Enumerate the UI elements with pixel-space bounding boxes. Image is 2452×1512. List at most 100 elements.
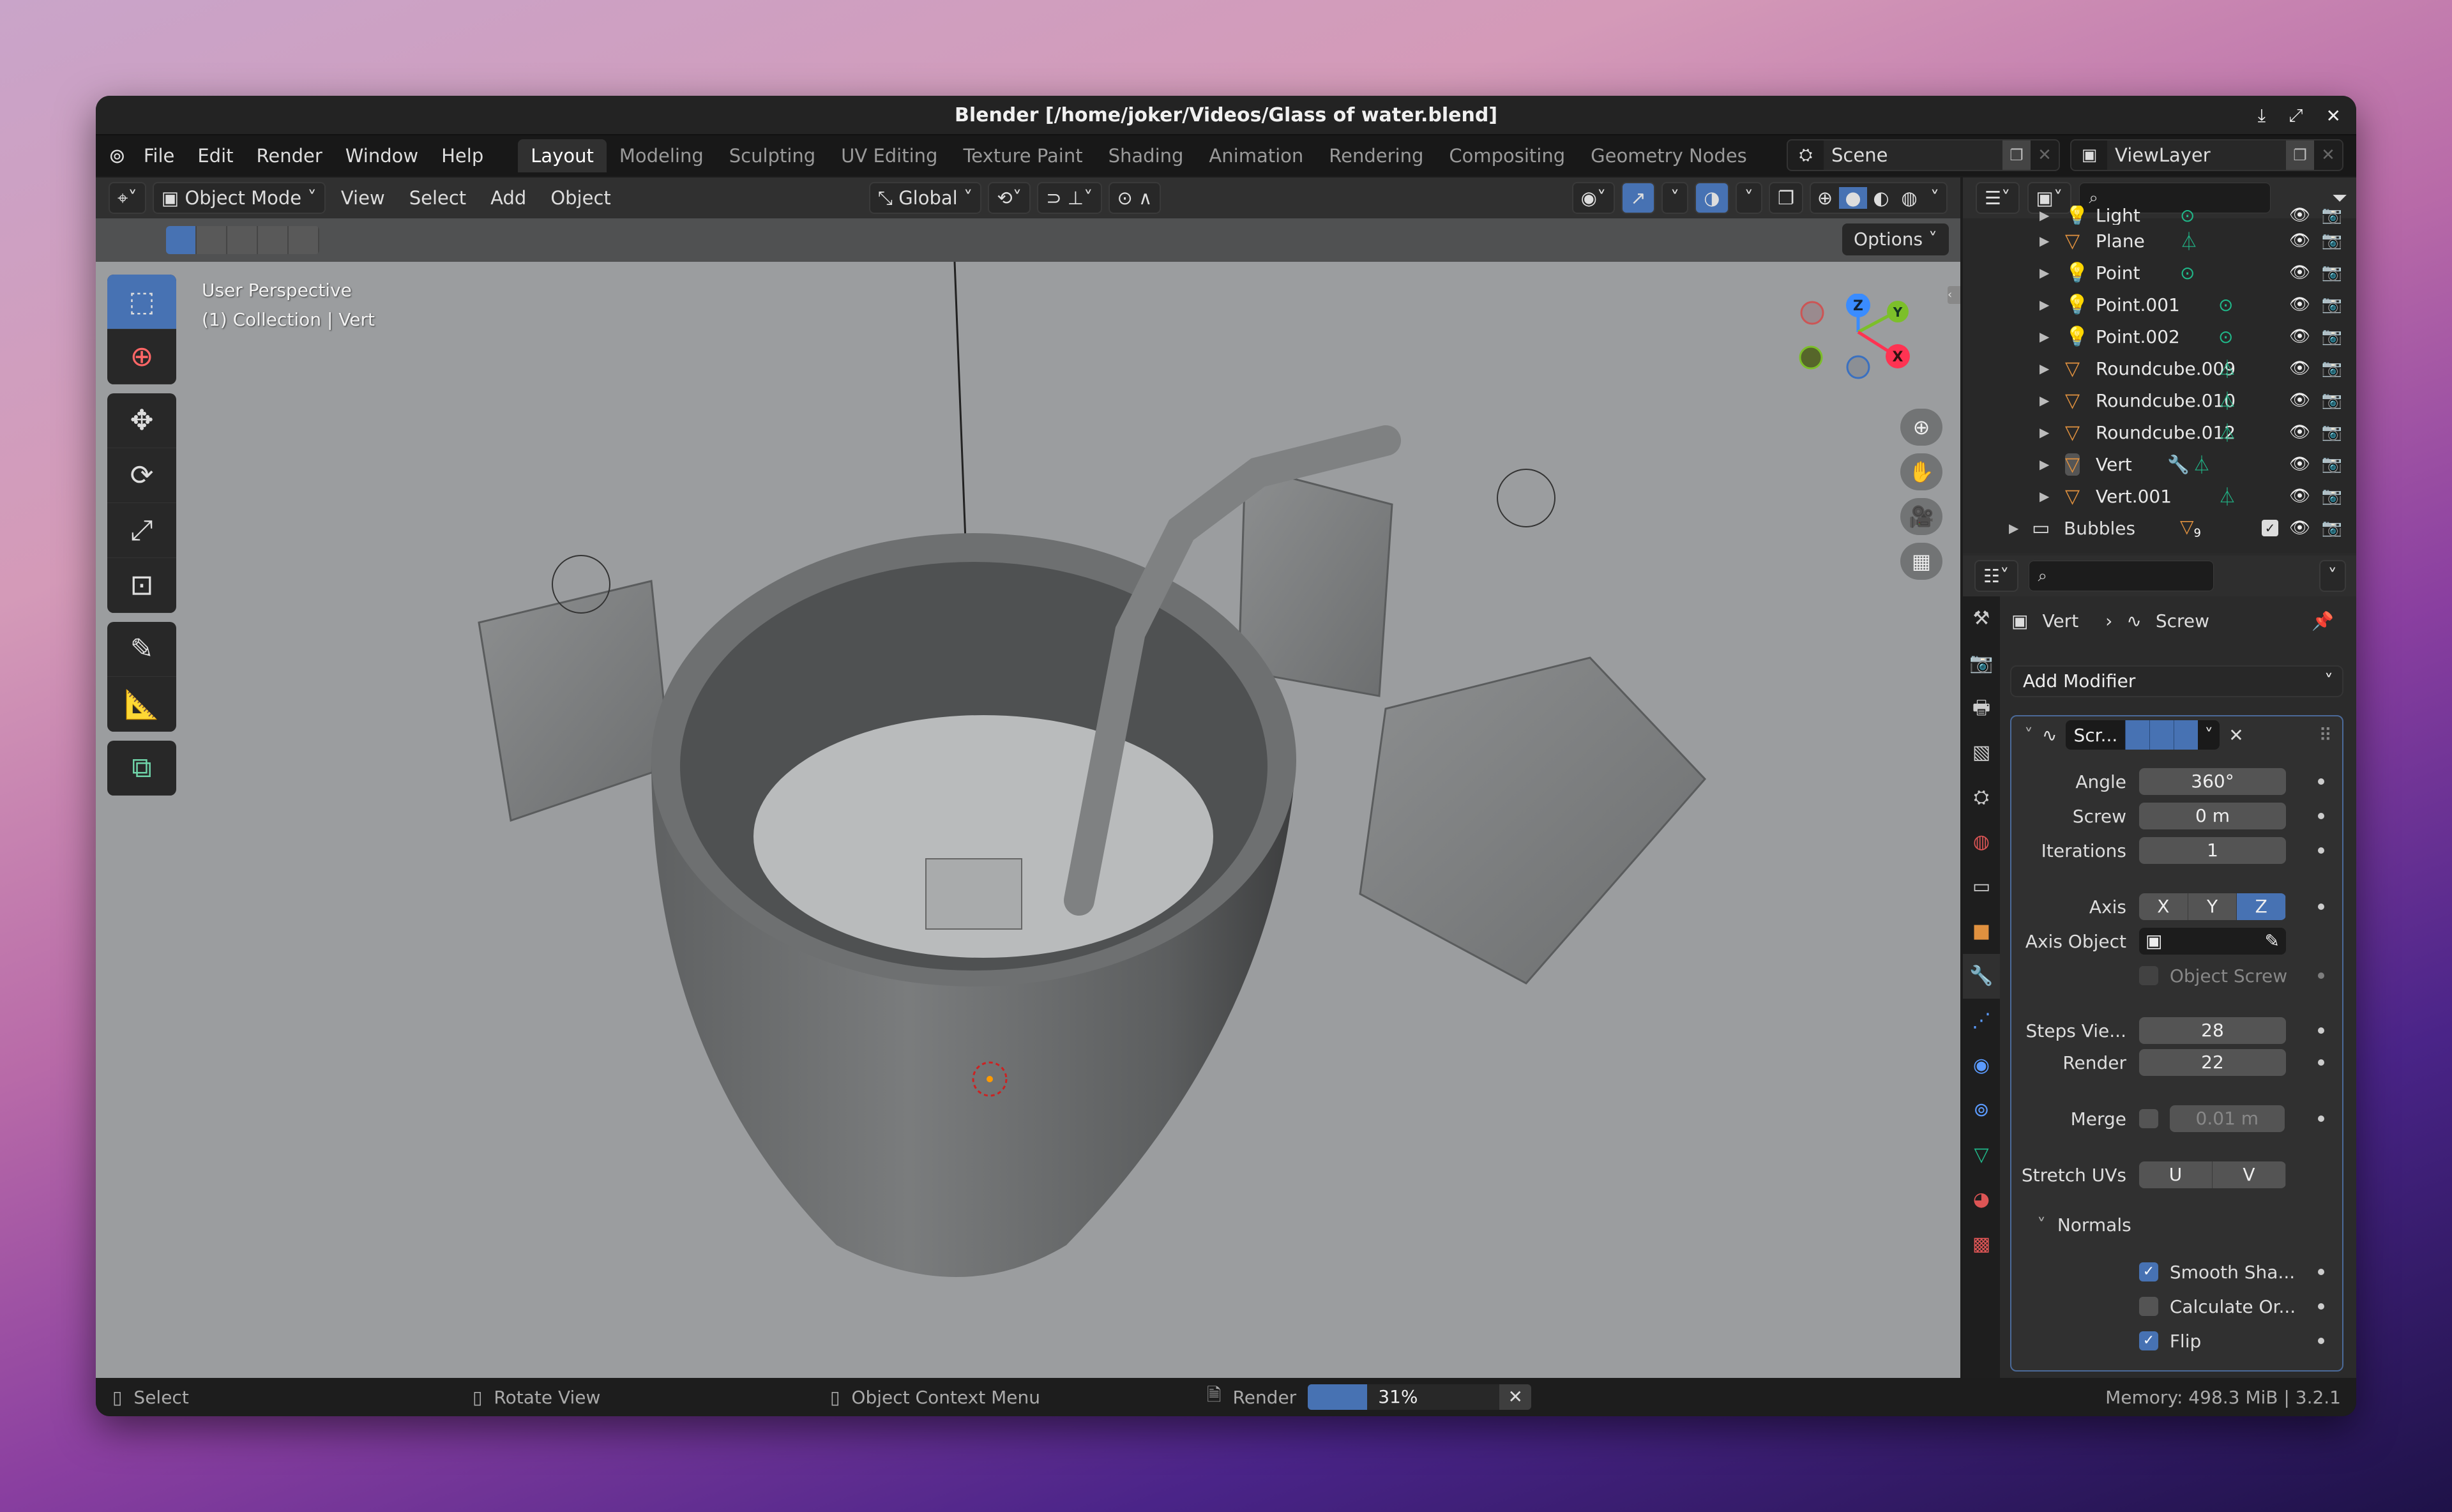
eye-icon[interactable]: 👁 bbox=[2289, 295, 2310, 314]
expand-arrow-icon[interactable]: ▶ bbox=[2040, 488, 2049, 504]
eye-icon[interactable]: 👁 bbox=[2289, 391, 2310, 410]
blender-logo-icon[interactable]: ⊚ bbox=[109, 144, 126, 168]
expand-arrow-icon[interactable]: ▶ bbox=[2040, 329, 2049, 344]
tab-sculpting[interactable]: Sculpting bbox=[716, 139, 828, 172]
viewport-menu-select[interactable]: Select bbox=[400, 187, 475, 209]
delete-scene-icon[interactable]: ✕ bbox=[2031, 146, 2059, 165]
steps-viewport-field[interactable]: 28 bbox=[2139, 1017, 2286, 1044]
pan-hand-icon[interactable]: ✋ bbox=[1900, 453, 1942, 490]
select-invert-icon[interactable] bbox=[258, 226, 289, 254]
mode-dropdown[interactable]: ▣ Object Mode ˅ bbox=[152, 182, 326, 214]
object-screw-checkbox[interactable] bbox=[2139, 966, 2158, 985]
collection-tab-icon[interactable]: ▭ bbox=[1963, 865, 2000, 909]
light-data-icon[interactable]: ⊙ bbox=[2180, 206, 2195, 225]
select-intersect-icon[interactable] bbox=[289, 226, 319, 254]
select-box-tool[interactable]: ⬚ bbox=[107, 275, 176, 329]
scale-tool[interactable]: ⤢ bbox=[107, 503, 176, 558]
light-data-icon[interactable]: ⊙ bbox=[2218, 294, 2233, 315]
gizmo-neg-z[interactable] bbox=[1846, 355, 1870, 379]
xray-toggle[interactable]: ❐ bbox=[1769, 182, 1803, 214]
mesh-data-icon[interactable]: ⏃ bbox=[2218, 420, 2236, 445]
keyframe-dot-icon[interactable] bbox=[2318, 903, 2324, 910]
steps-render-field[interactable]: 22 bbox=[2139, 1049, 2286, 1076]
cursor-tool[interactable]: ⊕ bbox=[107, 329, 176, 384]
render-tab-icon[interactable]: 📷 bbox=[1963, 641, 2000, 686]
expand-arrow-icon[interactable]: ▶ bbox=[2040, 425, 2049, 440]
outliner-row[interactable]: ▶ 💡 Light ⊙ 👁 📷 bbox=[1963, 206, 2356, 225]
material-tab-icon[interactable]: ◕ bbox=[1963, 1177, 2000, 1222]
wireframe-shading-icon[interactable]: ⊕ bbox=[1811, 187, 1839, 209]
gizmo-dropdown[interactable]: ˅ bbox=[1661, 182, 1689, 214]
modifier-name-field[interactable]: Scr... bbox=[2066, 725, 2125, 746]
expand-arrow-icon[interactable]: ▶ bbox=[2040, 297, 2049, 312]
shading-dropdown[interactable]: ˅ bbox=[1923, 187, 1946, 209]
outliner-row[interactable]: ▶ ▽ Roundcube.009 ⏃ 👁 📷 bbox=[1963, 352, 2356, 384]
collapse-chevron-icon[interactable]: ˅ bbox=[2024, 725, 2033, 746]
overlay-dropdown[interactable]: ˅ bbox=[1735, 182, 1762, 214]
options-dropdown[interactable]: Options ˅ bbox=[1842, 223, 1949, 255]
ortho-grid-icon[interactable]: ▦ bbox=[1900, 543, 1942, 580]
viewport-menu-view[interactable]: View bbox=[332, 187, 394, 209]
mesh-data-icon[interactable]: ⏃ bbox=[2218, 356, 2236, 381]
drag-handle-icon[interactable]: ⠿ bbox=[2319, 725, 2332, 746]
tab-layout[interactable]: Layout bbox=[518, 139, 607, 172]
iterations-field[interactable]: 1 bbox=[2139, 837, 2286, 864]
viewport-canvas[interactable]: ⬚ ⊕ ✥ ⟳ ⤢ ⊡ ✎ 📐 ⧉ User Perspective (1) C… bbox=[96, 262, 1960, 1379]
collection-exclude-checkbox[interactable]: ✓ bbox=[2262, 520, 2278, 536]
tool-tab-icon[interactable]: ⚒ bbox=[1963, 596, 2000, 641]
zoom-icon[interactable]: ⊕ bbox=[1900, 409, 1942, 446]
overlay-toggle[interactable]: ◑ bbox=[1695, 182, 1729, 214]
camera-render-icon[interactable]: 📷 bbox=[2322, 359, 2342, 378]
keyframe-dot-icon[interactable] bbox=[2318, 1303, 2324, 1310]
tab-texture-paint[interactable]: Texture Paint bbox=[950, 139, 1095, 172]
camera-render-icon[interactable]: 📷 bbox=[2322, 206, 2342, 225]
add-modifier-dropdown[interactable]: Add Modifier ˅ bbox=[2010, 665, 2343, 697]
expand-arrow-icon[interactable]: ▶ bbox=[2040, 208, 2049, 223]
output-tab-icon[interactable]: 🖶 bbox=[1963, 686, 2000, 730]
tab-rendering[interactable]: Rendering bbox=[1316, 139, 1436, 172]
particles-tab-icon[interactable]: ⋰ bbox=[1963, 999, 2000, 1043]
outliner-collection-row[interactable]: ▶ ▭ Bubbles ▽9 ✓ 👁 📷 bbox=[1963, 512, 2356, 544]
camera-render-icon[interactable]: 📷 bbox=[2322, 423, 2342, 442]
view-layer-selector[interactable]: ▣ ViewLayer ❐ ✕ bbox=[2070, 139, 2343, 171]
gizmo-toggle[interactable]: ↗ bbox=[1621, 182, 1655, 214]
eye-icon[interactable]: 👁 bbox=[2289, 327, 2310, 346]
tab-modeling[interactable]: Modeling bbox=[607, 139, 716, 172]
outliner-row[interactable]: ▶ ▽ Plane ⏃ 👁 📷 bbox=[1963, 225, 2356, 257]
outliner-row[interactable]: ▶ ▽ Roundcube.010 ⏃ 👁 📷 bbox=[1963, 384, 2356, 416]
camera-render-icon[interactable]: 📷 bbox=[2322, 263, 2342, 282]
viewport-toggle-icon[interactable] bbox=[2149, 720, 2174, 750]
transform-orientation-dropdown[interactable]: ⤡ Global ˅ bbox=[868, 182, 982, 214]
sidebar-expand-handle[interactable]: ‹ bbox=[1948, 286, 1960, 304]
pin-icon[interactable]: 📌 bbox=[2312, 610, 2334, 631]
camera-render-icon[interactable]: 📷 bbox=[2322, 487, 2342, 506]
outliner-row[interactable]: ▶ ▽ Vert.001 ⏃ 👁 📷 bbox=[1963, 480, 2356, 512]
keyframe-dot-icon[interactable] bbox=[2318, 813, 2324, 819]
modifier-wrench-icon[interactable]: 🔧 bbox=[2167, 454, 2190, 475]
tab-uv-editing[interactable]: UV Editing bbox=[828, 139, 950, 172]
expand-arrow-icon[interactable]: ▶ bbox=[2040, 361, 2049, 376]
outliner-row[interactable]: ▶ ▽ Roundcube.012 ⏃ 👁 📷 bbox=[1963, 416, 2356, 448]
mesh-data-icon[interactable]: ⏃ bbox=[2218, 388, 2236, 413]
eye-icon[interactable]: 👁 bbox=[2289, 359, 2310, 378]
cancel-render-button[interactable]: ✕ bbox=[1499, 1384, 1532, 1410]
tab-animation[interactable]: Animation bbox=[1196, 139, 1316, 172]
view-layer-tab-icon[interactable]: ▧ bbox=[1963, 730, 2000, 775]
eye-icon[interactable]: 👁 bbox=[2289, 518, 2310, 538]
keyframe-dot-icon[interactable] bbox=[2318, 1115, 2324, 1122]
eye-icon[interactable]: 👁 bbox=[2289, 487, 2310, 506]
annotate-tool[interactable]: ✎ bbox=[107, 622, 176, 677]
tab-compositing[interactable]: Compositing bbox=[1436, 139, 1578, 172]
rotate-tool[interactable]: ⟳ bbox=[107, 448, 176, 503]
physics-tab-icon[interactable]: ◉ bbox=[1963, 1043, 2000, 1088]
properties-options-dropdown[interactable]: ˅ bbox=[2319, 560, 2346, 592]
camera-render-icon[interactable]: 📷 bbox=[2322, 518, 2342, 538]
select-extend-icon[interactable] bbox=[197, 226, 227, 254]
menu-edit[interactable]: Edit bbox=[186, 145, 245, 167]
normals-subpanel-header[interactable]: ˅ Normals bbox=[2011, 1211, 2342, 1239]
minimize-icon[interactable]: ⤓ bbox=[2258, 105, 2266, 126]
axis-object-field[interactable]: ▣ ✎ bbox=[2139, 928, 2286, 955]
eye-icon[interactable]: 👁 bbox=[2289, 263, 2310, 282]
rendered-shading-icon[interactable]: ◍ bbox=[1895, 187, 1923, 209]
object-tab-icon[interactable]: ■ bbox=[1963, 909, 2000, 954]
